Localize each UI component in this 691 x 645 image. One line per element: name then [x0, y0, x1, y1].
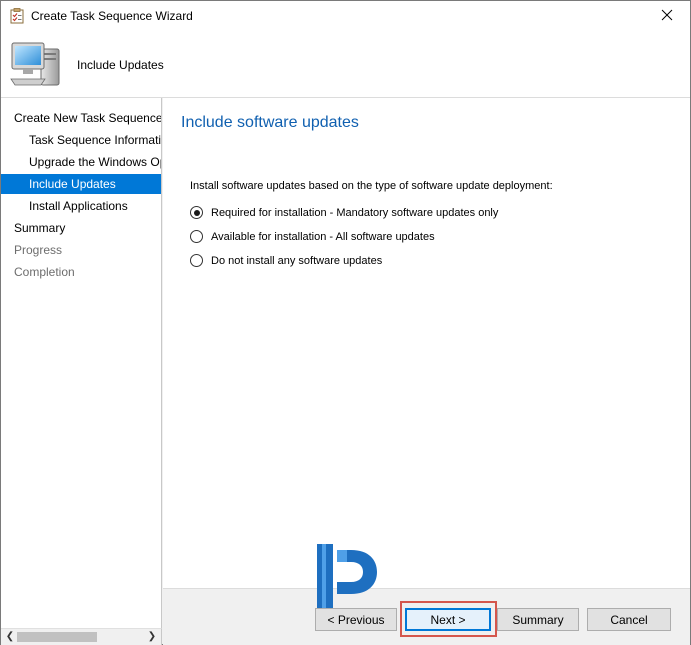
option-label-available: Available for installation - All softwar… — [211, 230, 435, 243]
radio-button-required[interactable] — [190, 206, 203, 219]
page-header: Include Updates — [1, 31, 690, 98]
title-bar: Create Task Sequence Wizard — [1, 1, 690, 31]
nav-item-progress: Progress — [14, 243, 63, 257]
wizard-steps-nav: Create New Task Sequence Task Sequence I… — [1, 98, 162, 628]
scroll-left-icon[interactable]: ❮ — [3, 630, 17, 644]
cancel-button[interactable]: Cancel — [587, 608, 671, 631]
radio-button-none[interactable] — [190, 254, 203, 267]
summary-button[interactable]: Summary — [497, 608, 579, 631]
watermark-logo-icon — [317, 544, 379, 608]
scroll-right-icon[interactable]: ❯ — [145, 630, 159, 644]
nav-item-summary[interactable]: Summary — [1, 218, 161, 238]
window-title: Create Task Sequence Wizard — [31, 9, 193, 23]
radio-button-available[interactable] — [190, 230, 203, 243]
close-button[interactable] — [644, 1, 690, 31]
update-instructions: Install software updates based on the ty… — [190, 180, 553, 192]
page-title: Include software updates — [181, 114, 359, 131]
option-available-updates[interactable]: Available for installation - All softwar… — [190, 230, 435, 243]
nav-item-upgrade-windows[interactable]: Upgrade the Windows Operating System — [1, 152, 161, 172]
header-title: Include Updates — [77, 58, 164, 72]
nav-item-completion: Completion — [14, 265, 75, 279]
computer-icon — [9, 39, 63, 89]
option-no-updates[interactable]: Do not install any software updates — [190, 254, 382, 267]
content-panel: Include software updates Install softwar… — [163, 98, 690, 588]
previous-button[interactable]: < Previous — [315, 608, 397, 631]
close-icon — [661, 9, 673, 24]
nav-item-task-sequence-information[interactable]: Task Sequence Information — [1, 130, 161, 150]
nav-item-include-updates[interactable]: Include Updates — [1, 174, 161, 194]
option-label-none: Do not install any software updates — [211, 254, 383, 267]
option-label-required: Required for installation - Mandatory so… — [211, 206, 499, 219]
scrollbar-thumb[interactable] — [17, 632, 97, 642]
wizard-app-icon — [9, 8, 25, 24]
nav-item-create-new-task-sequence[interactable]: Create New Task Sequence — [1, 108, 161, 128]
next-button[interactable]: Next > — [405, 608, 491, 631]
nav-item-install-applications[interactable]: Install Applications — [1, 196, 161, 216]
wizard-window: Create Task Sequence Wizard Include Upda… — [0, 0, 691, 645]
nav-horizontal-scrollbar[interactable]: ❮ ❯ — [1, 628, 162, 645]
option-required-updates[interactable]: Required for installation - Mandatory so… — [190, 206, 498, 219]
